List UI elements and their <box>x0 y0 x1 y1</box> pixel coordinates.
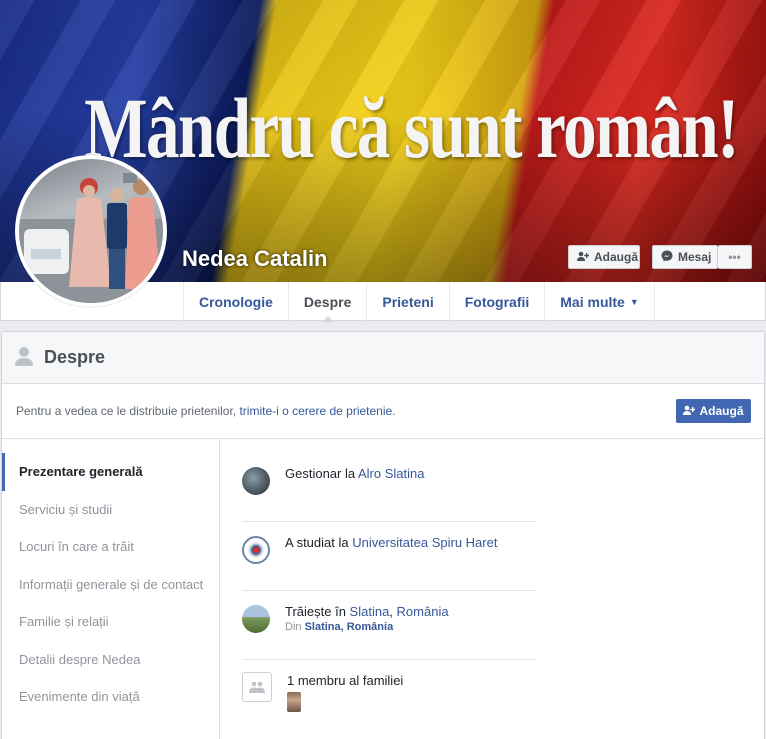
menu-item-contact-info[interactable]: Informații generale și de contact <box>2 566 219 604</box>
university-icon[interactable] <box>242 536 270 564</box>
menu-item-places-lived[interactable]: Locuri în care a trăit <box>2 528 219 566</box>
lives-text: Trăiește în Slatina, România <box>285 603 449 620</box>
menu-item-work-education[interactable]: Serviciu și studii <box>2 491 219 529</box>
about-header: Despre <box>2 332 764 384</box>
profile-tabs: Cronologie Despre Prieteni Fotografii Ma… <box>183 282 655 322</box>
profile-photo-image <box>19 159 163 303</box>
cover-slogan: Mândru că sunt român! <box>84 80 739 176</box>
profile-picture[interactable] <box>15 155 167 307</box>
profile-name[interactable]: Nedea Catalin <box>182 246 328 272</box>
education-prefix: A studiat la <box>285 535 353 550</box>
lives-separator: , <box>389 604 397 619</box>
overview-lives: Trăiește în Slatina, România Din Slatina… <box>242 591 537 660</box>
more-options-button[interactable]: ••• <box>718 245 752 269</box>
add-friend-label: Adaugă <box>594 250 639 264</box>
add-friend-blue-label: Adaugă <box>699 404 744 418</box>
person-icon <box>14 346 34 369</box>
friend-request-prompt: Pentru a vedea ce le distribuie prieteni… <box>2 384 764 439</box>
work-prefix: Gestionar la <box>285 466 358 481</box>
friend-prompt-before: Pentru a vedea ce le distribuie prieteni… <box>16 404 240 418</box>
tab-cronologie[interactable]: Cronologie <box>183 282 288 321</box>
about-side-menu: Prezentare generală Serviciu și studii L… <box>2 439 220 739</box>
overview-family: 1 membru al familiei <box>242 660 537 729</box>
university-link[interactable]: Universitatea Spiru Haret <box>352 535 497 550</box>
about-title: Despre <box>44 347 106 367</box>
about-body: Prezentare generală Serviciu și studii L… <box>2 439 764 739</box>
tab-mai-multe-label: Mai multe <box>560 293 625 310</box>
hometown-text: Din Slatina, România <box>285 620 449 634</box>
lives-prefix: Trăiește în <box>285 604 350 619</box>
menu-item-overview[interactable]: Prezentare generală <box>2 453 219 491</box>
about-panel: Despre Pentru a vedea ce le distribuie p… <box>1 331 765 739</box>
tab-mai-multe[interactable]: Mai multe ▼ <box>544 282 655 321</box>
education-text: A studiat la Universitatea Spiru Haret <box>285 534 497 551</box>
chevron-down-icon: ▼ <box>629 296 639 307</box>
hometown-prefix: Din <box>285 621 305 633</box>
friend-prompt-after: . <box>392 404 396 418</box>
work-text: Gestionar la Alro Slatina <box>285 465 424 482</box>
workplace-link[interactable]: Alro Slatina <box>358 466 424 481</box>
overview-work: Gestionar la Alro Slatina <box>242 453 537 522</box>
lives-block: Trăiește în Slatina, România Din Slatina… <box>285 603 449 634</box>
city-icon[interactable] <box>242 605 270 633</box>
overview-education: A studiat la Universitatea Spiru Haret <box>242 522 537 591</box>
message-label: Mesaj <box>678 250 712 264</box>
overview-section: Gestionar la Alro Slatina A studiat la U… <box>220 439 764 739</box>
tab-fotografii[interactable]: Fotografii <box>448 282 545 321</box>
family-member-avatar[interactable] <box>287 692 301 712</box>
current-city-link[interactable]: Slatina <box>350 604 390 619</box>
add-friend-icon <box>577 250 590 264</box>
menu-item-details[interactable]: Detalii despre Nedea <box>2 641 219 679</box>
hometown-link[interactable]: Slatina, România <box>305 621 394 633</box>
add-friend-icon <box>683 404 696 418</box>
current-country-link[interactable]: România <box>397 604 449 619</box>
workplace-icon[interactable] <box>242 467 270 495</box>
add-friend-blue-button[interactable]: Adaugă <box>676 399 751 423</box>
family-text[interactable]: 1 membru al familiei <box>287 672 403 689</box>
tab-despre[interactable]: Despre <box>287 282 366 322</box>
message-button[interactable]: Mesaj <box>652 245 718 269</box>
family-block: 1 membru al familiei <box>287 672 403 712</box>
add-friend-button[interactable]: Adaugă <box>568 245 640 269</box>
messenger-icon <box>661 250 673 265</box>
tab-prieteni[interactable]: Prieteni <box>366 282 448 321</box>
family-icon <box>242 672 272 702</box>
menu-item-life-events[interactable]: Evenimente din viață <box>2 678 219 716</box>
menu-item-family[interactable]: Familie și relații <box>2 603 219 641</box>
friend-prompt-text: Pentru a vedea ce le distribuie prieteni… <box>16 404 396 418</box>
send-friend-request-link[interactable]: trimite-i o cerere de prietenie <box>239 404 392 418</box>
